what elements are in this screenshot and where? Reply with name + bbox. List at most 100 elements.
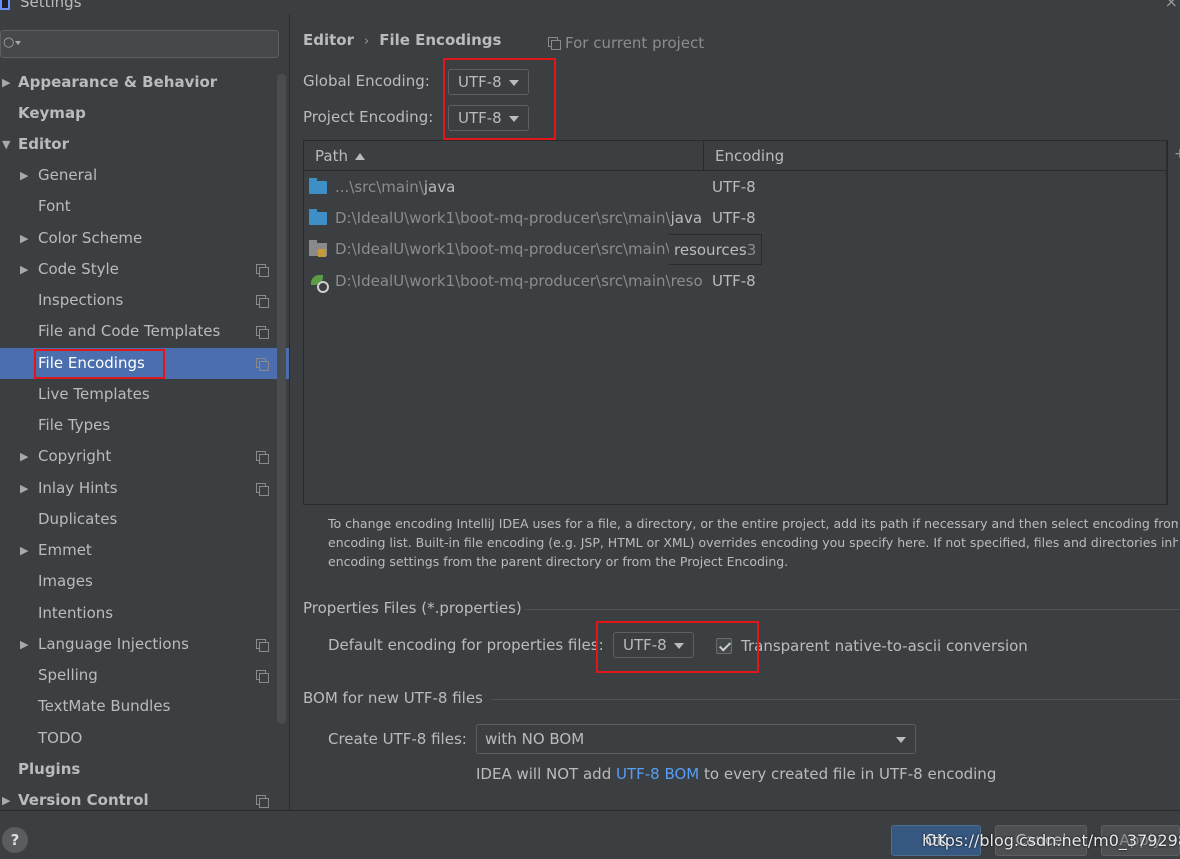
expand-arrow-icon[interactable]: ▶ [20,535,28,566]
close-icon[interactable]: × [1165,0,1178,11]
source-folder-icon [309,209,327,225]
sidebar-item-duplicates[interactable]: Duplicates [0,504,276,535]
search-input[interactable] [23,34,273,54]
expand-arrow-icon[interactable]: ▶ [20,160,28,191]
help-line: encoding list. Built-in file encoding (e… [328,535,1178,550]
bom-note-prefix: IDEA will NOT add [476,765,616,783]
sidebar-item-spelling[interactable]: Spelling [0,660,276,691]
project-scope-icon [256,483,269,496]
annotation-highlight [443,58,556,140]
sidebar-item-font[interactable]: Font [0,191,276,222]
annotation-highlight [596,621,759,673]
collapse-arrow-icon[interactable]: ▼ [2,129,10,160]
sidebar-scrollbar[interactable] [277,74,286,724]
row-encoding[interactable]: UTF-8 [712,172,756,203]
sidebar-item-keymap[interactable]: Keymap [0,98,276,129]
sidebar-item-file-types[interactable]: File Types [0,410,276,441]
sidebar-item-emmet[interactable]: ▶ Emmet [0,535,276,566]
bom-note: IDEA will NOT add UTF-8 BOM to every cre… [476,765,996,783]
sidebar-item-plugins[interactable]: Plugins [0,754,276,785]
help-text: To change encoding IntelliJ IDEA uses fo… [328,514,1178,571]
expand-arrow-icon[interactable]: ▶ [20,254,28,285]
sidebar-item-label: Color Scheme [38,229,143,247]
settings-sidebar: ○ ▶ Appearance & Behavior Keymap ▼ Edito… [0,14,289,810]
sidebar-item-editor[interactable]: ▼ Editor [0,129,276,160]
search-icon: ○ [3,35,15,50]
for-current-project-label: For current project [565,34,705,52]
expand-arrow-icon[interactable]: ▶ [20,629,28,660]
sidebar-item-intentions[interactable]: Intentions [0,598,276,629]
sidebar-item-textmate-bundles[interactable]: TextMate Bundles [0,691,276,722]
row-encoding[interactable]: UTF-8 [712,203,756,234]
app-icon [0,0,10,10]
project-scope-icon [548,37,561,50]
table-header: Path Encoding [304,141,1166,171]
sidebar-item-label: Copyright [38,447,112,465]
column-header-encoding[interactable]: Encoding [704,141,1164,171]
search-options-icon[interactable] [15,41,21,45]
bom-select[interactable]: with NO BOM [476,724,916,754]
sidebar-item-file-encodings[interactable]: File Encodings [0,348,289,379]
sidebar-item-todo[interactable]: TODO [0,723,276,754]
native-to-ascii-label[interactable]: Transparent native-to-ascii conversion [741,637,1028,655]
project-scope-icon [256,639,269,652]
sidebar-item-label: Language Injections [38,635,189,653]
global-encoding-label: Global Encoding: [303,72,430,90]
sidebar-item-label: Keymap [18,104,86,122]
bom-select-value: with NO BOM [485,730,585,748]
column-header-path[interactable]: Path [304,141,704,171]
properties-default-label: Default encoding for properties files: [328,636,604,654]
row-path-prefix: ...\src\main\ [335,178,424,196]
row-encoding[interactable]: UTF-8 [712,266,756,297]
sidebar-item-label: Duplicates [38,510,118,528]
properties-section-title: Properties Files (*.properties) [303,599,522,617]
row-path-name: java [670,209,703,227]
add-icon[interactable]: + [1174,146,1180,162]
sidebar-item-general[interactable]: ▶ General [0,160,276,191]
section-divider [525,609,1180,610]
expand-arrow-icon[interactable]: ▶ [20,223,28,254]
bom-section-title: BOM for new UTF-8 files [303,689,483,707]
search-box[interactable]: ○ [0,30,279,58]
table-row[interactable]: D:\IdealU\work1\boot-mq-producer\src\mai… [304,266,1166,297]
file-encodings-panel: Editor › File Encodings For current projec… [290,14,1180,810]
sidebar-item-language-injections[interactable]: ▶ Language Injections [0,629,276,660]
sidebar-item-label: Inspections [38,291,124,309]
help-button[interactable]: ? [2,827,28,853]
project-scope-icon [256,295,269,308]
row-path-prefix: D:\IdealU\work1\boot-mq-producer\src\mai… [335,272,703,290]
sidebar-item-appearance-behavior[interactable]: ▶ Appearance & Behavior [0,67,276,98]
table-row[interactable]: D:\IdealU\work1\boot-mq-producer\src\mai… [304,234,1166,265]
sidebar-item-color-scheme[interactable]: ▶ Color Scheme [0,223,276,254]
sidebar-item-label: General [38,166,98,184]
table-row[interactable]: D:\IdealU\work1\boot-mq-producer\src\mai… [304,203,1166,234]
sidebar-item-file-and-code-templates[interactable]: File and Code Templates [0,316,276,347]
project-scope-icon [256,670,269,683]
sidebar-item-code-style[interactable]: ▶ Code Style [0,254,276,285]
expand-arrow-icon[interactable]: ▶ [20,473,28,504]
window-title: Settings [20,0,82,11]
title-bar: Settings × [0,0,1180,14]
sort-ascending-icon [354,153,365,160]
sidebar-item-inspections[interactable]: Inspections [0,285,276,316]
project-encoding-label: Project Encoding: [303,108,434,126]
row-path-name: resources [674,241,747,259]
utf8-bom-link[interactable]: UTF-8 BOM [616,765,699,783]
breadcrumb-parent: Editor [303,31,354,49]
sidebar-item-label: Font [38,197,71,215]
project-scope-icon [256,326,269,339]
sidebar-item-inlay-hints[interactable]: ▶ Inlay Hints [0,473,276,504]
expand-arrow-icon[interactable]: ▶ [2,67,10,98]
resources-folder-icon [309,240,327,257]
sidebar-item-images[interactable]: Images [0,566,276,597]
sidebar-item-copyright[interactable]: ▶ Copyright [0,441,276,472]
table-row[interactable]: ...\src\main\java UTF-8 [304,172,1166,203]
watermark: https://blog.csdn.net/m0_37929837 [922,831,1180,850]
sidebar-item-label: Images [38,572,93,590]
table-toolbar: + [1167,140,1180,505]
expand-arrow-icon[interactable]: ▶ [20,441,28,472]
source-folder-icon [309,178,327,194]
sidebar-item-live-templates[interactable]: Live Templates [0,379,276,410]
section-divider [491,699,1180,700]
sidebar-item-label: File and Code Templates [38,322,221,340]
